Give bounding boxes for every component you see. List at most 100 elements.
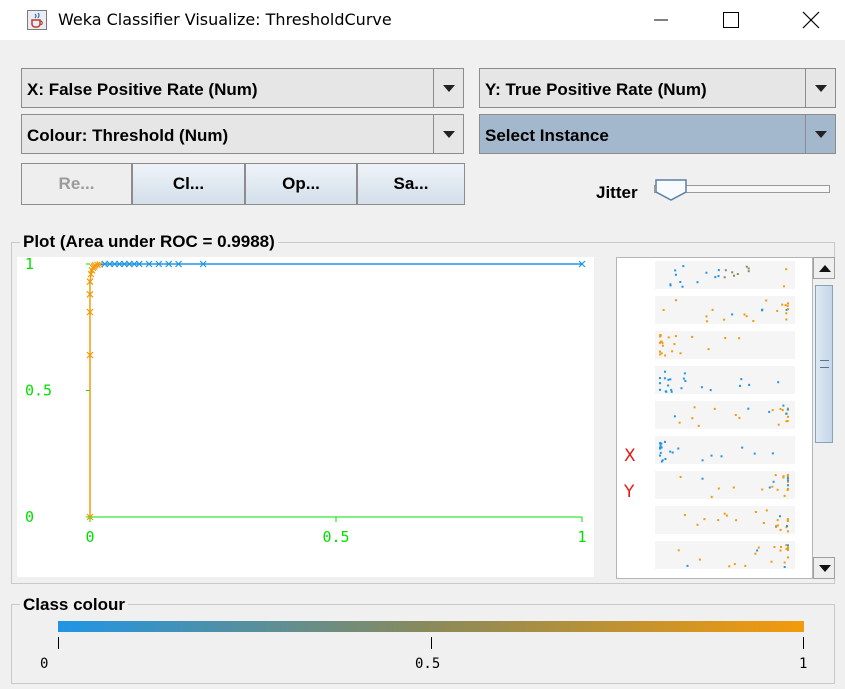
matrix-point — [664, 354, 667, 357]
matrix-point — [787, 544, 789, 547]
matrix-point — [700, 386, 703, 389]
matrix-point — [675, 299, 677, 302]
matrix-point — [691, 417, 694, 420]
jitter-label: Jitter — [596, 183, 638, 202]
matrix-point — [697, 424, 700, 427]
matrix-point — [659, 350, 661, 353]
scroll-thumb[interactable] — [815, 285, 833, 443]
matrix-point — [659, 353, 662, 356]
matrix-point — [772, 480, 775, 483]
matrix-cell[interactable] — [655, 436, 795, 464]
scroll-up-button[interactable] — [813, 257, 835, 279]
class-colour-gradient — [58, 621, 804, 632]
chevron-down-icon[interactable] — [433, 115, 463, 153]
matrix-point — [663, 377, 666, 380]
matrix-point — [677, 447, 680, 450]
instance-select[interactable]: Select Instance — [479, 114, 836, 154]
matrix-point — [779, 549, 782, 552]
matrix-point — [681, 285, 684, 288]
roc-curve-chart: 0 0.5 1 1 0.5 0 — [25, 255, 587, 546]
matrix-point — [682, 265, 685, 268]
class-colour-tick-label: 0 — [40, 656, 49, 672]
matrix-point — [757, 546, 760, 549]
y-axis-tick-label: 0 — [25, 508, 34, 526]
matrix-point — [787, 415, 789, 418]
matrix-point — [674, 269, 677, 272]
x-axis-select[interactable]: X: False Positive Rate (Num) — [21, 68, 464, 108]
matrix-point — [698, 558, 701, 561]
matrix-point — [732, 486, 735, 489]
matrix-point — [706, 320, 708, 323]
matrix-point — [756, 549, 759, 552]
minimize-icon — [654, 19, 668, 21]
matrix-point — [679, 352, 682, 355]
minimize-button[interactable] — [630, 0, 690, 40]
matrix-point — [734, 414, 737, 416]
matrix-point — [731, 313, 734, 316]
chevron-down-icon[interactable] — [433, 69, 463, 107]
open-button[interactable]: Op... — [245, 163, 357, 205]
matrix-point — [783, 561, 786, 564]
matrix-point — [680, 387, 683, 390]
matrix-point — [664, 458, 667, 460]
matrix-scrollbar[interactable] — [812, 257, 835, 579]
matrix-point — [667, 378, 670, 381]
matrix-cell[interactable] — [655, 541, 795, 569]
matrix-point — [765, 509, 768, 512]
class-colour-tick — [58, 637, 59, 649]
clear-button[interactable]: Cl... — [132, 163, 245, 205]
matrix-cell[interactable] — [655, 506, 795, 534]
matrix-point — [754, 511, 757, 513]
matrix-point — [705, 315, 708, 318]
attribute-matrix-panel[interactable] — [616, 257, 835, 579]
matrix-point — [765, 299, 768, 302]
matrix-point — [724, 269, 727, 272]
matrix-point — [740, 378, 743, 381]
x-axis-tick-label: 0 — [85, 528, 94, 546]
matrix-cell[interactable] — [655, 401, 795, 429]
scroll-down-button[interactable] — [813, 557, 835, 579]
reset-button[interactable]: Re... — [21, 163, 132, 205]
matrix-point — [659, 446, 661, 449]
matrix-point — [762, 522, 765, 524]
matrix-point — [684, 380, 687, 382]
save-button[interactable]: Sa... — [357, 163, 465, 205]
maximize-button[interactable] — [700, 0, 760, 40]
matrix-point — [670, 390, 673, 393]
matrix-point — [747, 267, 750, 270]
matrix-point — [779, 408, 782, 410]
matrix-point — [768, 486, 771, 489]
matrix-point — [741, 446, 744, 449]
matrix-point — [786, 474, 789, 476]
matrix-point — [659, 454, 661, 457]
matrix-point — [669, 450, 672, 453]
matrix-point — [783, 494, 786, 497]
matrix-cell[interactable] — [655, 471, 795, 499]
matrix-point — [747, 270, 750, 273]
matrix-point — [670, 388, 673, 391]
colour-select[interactable]: Colour: Threshold (Num) — [21, 114, 464, 154]
instance-select-value: Select Instance — [485, 126, 609, 145]
jitter-slider-thumb[interactable] — [654, 178, 688, 202]
y-axis-select[interactable]: Y: True Positive Rate (Num) — [479, 68, 836, 108]
matrix-point — [785, 547, 788, 550]
matrix-point — [659, 444, 662, 447]
matrix-point — [710, 454, 713, 457]
matrix-x-label: X — [624, 446, 636, 466]
matrix-point — [777, 423, 780, 426]
matrix-point — [667, 336, 670, 339]
matrix-point — [679, 281, 682, 283]
chevron-down-icon[interactable] — [805, 115, 835, 153]
chevron-down-icon[interactable] — [805, 69, 835, 107]
plot-area[interactable]: 0 0.5 1 1 0.5 0 — [17, 255, 594, 577]
matrix-cell[interactable] — [655, 366, 795, 394]
close-button[interactable] — [780, 0, 840, 40]
matrix-point — [661, 344, 664, 347]
matrix-point — [673, 343, 676, 346]
matrix-point — [662, 309, 665, 311]
matrix-point — [691, 335, 694, 338]
matrix-point — [711, 308, 714, 311]
matrix-point — [777, 381, 780, 384]
matrix-point — [743, 313, 746, 316]
attribute-matrix — [655, 261, 795, 569]
